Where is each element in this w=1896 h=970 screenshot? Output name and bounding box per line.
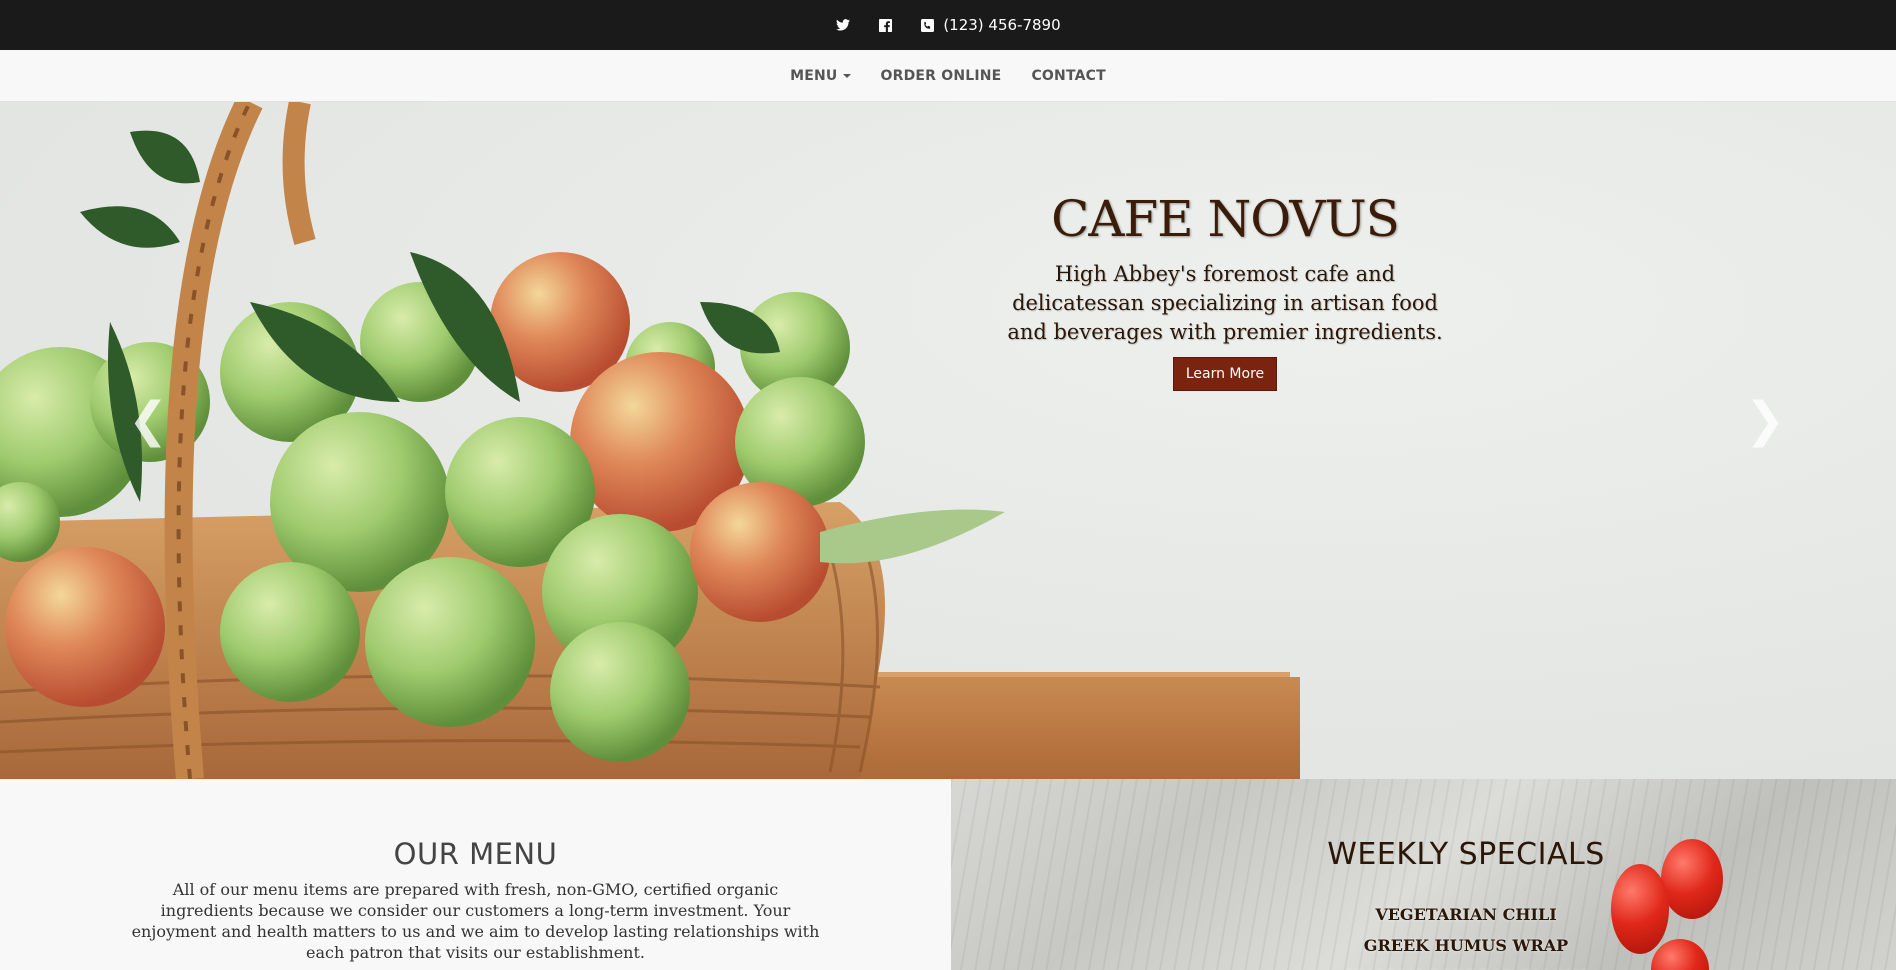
hero-carousel: ❮ ❯ CAFE NOVUS High Abbey's foremost caf… bbox=[0, 102, 1896, 779]
facebook-icon[interactable] bbox=[877, 17, 893, 33]
phone-icon[interactable] bbox=[919, 17, 935, 33]
caret-down-icon bbox=[842, 73, 851, 78]
specials-title: WEEKLY SPECIALS bbox=[1327, 837, 1605, 872]
special-item: ITALIAN CAPRESE PANINI bbox=[951, 961, 1896, 970]
phone-number[interactable]: (123) 456-7890 bbox=[943, 16, 1060, 34]
nav-menu-label: MENU bbox=[790, 67, 838, 84]
hero-subtitle: High Abbey's foremost cafe and delicates… bbox=[1007, 262, 1443, 344]
twitter-icon[interactable] bbox=[835, 17, 851, 33]
menu-description: All of our menu items are prepared with … bbox=[131, 880, 820, 962]
nav-order-online[interactable]: ORDER ONLINE bbox=[881, 68, 1002, 84]
weekly-specials-section: WEEKLY SPECIALS VEGETARIAN CHILI GREEK H… bbox=[951, 779, 1896, 970]
hero-title: CAFE NOVUS bbox=[1051, 190, 1400, 248]
nav-menu[interactable]: MENU bbox=[790, 67, 851, 84]
menu-title: OUR MENU bbox=[393, 837, 558, 871]
nav-contact[interactable]: CONTACT bbox=[1031, 68, 1105, 84]
carousel-next-icon[interactable]: ❯ bbox=[1745, 392, 1785, 448]
special-item: GREEK HUMUS WRAP bbox=[1363, 936, 1569, 955]
hero-caption: CAFE NOVUS High Abbey's foremost cafe an… bbox=[1000, 190, 1450, 391]
carousel-prev-icon[interactable]: ❮ bbox=[128, 392, 168, 448]
special-item: VEGETARIAN CHILI bbox=[1375, 905, 1557, 924]
specials-list: VEGETARIAN CHILI GREEK HUMUS WRAP ITALIA… bbox=[951, 899, 1896, 970]
learn-more-button[interactable]: Learn More bbox=[1172, 357, 1278, 391]
our-menu-section: OUR MENU All of our menu items are prepa… bbox=[0, 779, 951, 970]
main-nav: MENU ORDER ONLINE CONTACT bbox=[0, 50, 1896, 102]
top-bar: (123) 456-7890 bbox=[0, 0, 1896, 50]
